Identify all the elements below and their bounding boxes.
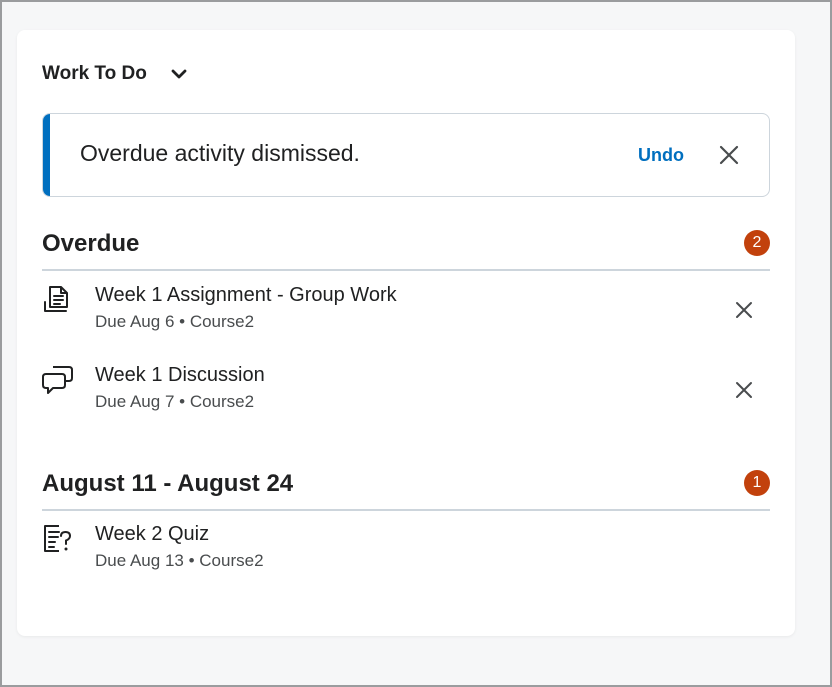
list-item: Week 1 Assignment - Group Work Due Aug 6… bbox=[42, 284, 770, 344]
dismiss-icon[interactable] bbox=[734, 380, 754, 400]
alert-accent-bar bbox=[43, 114, 50, 196]
assignment-icon bbox=[42, 284, 74, 316]
overdue-title: Overdue bbox=[42, 230, 140, 257]
upcoming-title: August 11 - August 24 bbox=[42, 470, 294, 497]
item-meta: Due Aug 13 • Course2 bbox=[95, 551, 264, 571]
item-separator: • bbox=[188, 551, 195, 570]
dismiss-icon[interactable] bbox=[734, 300, 754, 320]
item-title[interactable]: Week 1 Assignment - Group Work bbox=[95, 284, 397, 307]
item-due-date: Due Aug 7 bbox=[95, 392, 175, 411]
item-course: Course2 bbox=[189, 392, 255, 411]
item-separator: • bbox=[179, 392, 186, 411]
upcoming-section-header: August 11 - August 24 1 bbox=[42, 467, 770, 511]
item-meta: Due Aug 6 • Course2 bbox=[95, 312, 254, 332]
overdue-section-header: Overdue 2 bbox=[42, 227, 770, 271]
list-item: Week 2 Quiz Due Aug 13 • Course2 bbox=[42, 523, 770, 583]
alert-message: Overdue activity dismissed. bbox=[80, 140, 360, 166]
widget-title: Work To Do bbox=[42, 63, 147, 84]
item-meta: Due Aug 7 • Course2 bbox=[95, 392, 254, 412]
quiz-icon bbox=[42, 523, 74, 555]
item-course: Course2 bbox=[199, 551, 264, 570]
item-due-date: Due Aug 13 bbox=[95, 551, 184, 570]
discussion-icon bbox=[42, 364, 74, 396]
undo-button[interactable]: Undo bbox=[638, 145, 684, 166]
list-item: Week 1 Discussion Due Aug 7 • Course2 bbox=[42, 364, 770, 424]
item-title[interactable]: Week 1 Discussion bbox=[95, 364, 265, 387]
item-separator: • bbox=[179, 312, 186, 331]
widget-header[interactable]: Work To Do bbox=[42, 62, 189, 86]
item-title[interactable]: Week 2 Quiz bbox=[95, 523, 209, 546]
close-icon[interactable] bbox=[717, 143, 741, 167]
item-due-date: Due Aug 6 bbox=[95, 312, 175, 331]
work-to-do-card: Work To Do Overdue activity dismissed. U… bbox=[17, 30, 795, 636]
upcoming-count-badge: 1 bbox=[744, 470, 770, 496]
dismissed-alert: Overdue activity dismissed. Undo bbox=[42, 113, 770, 197]
item-course: Course2 bbox=[189, 312, 255, 331]
overdue-count-badge: 2 bbox=[744, 230, 770, 256]
chevron-down-icon[interactable] bbox=[169, 64, 189, 84]
